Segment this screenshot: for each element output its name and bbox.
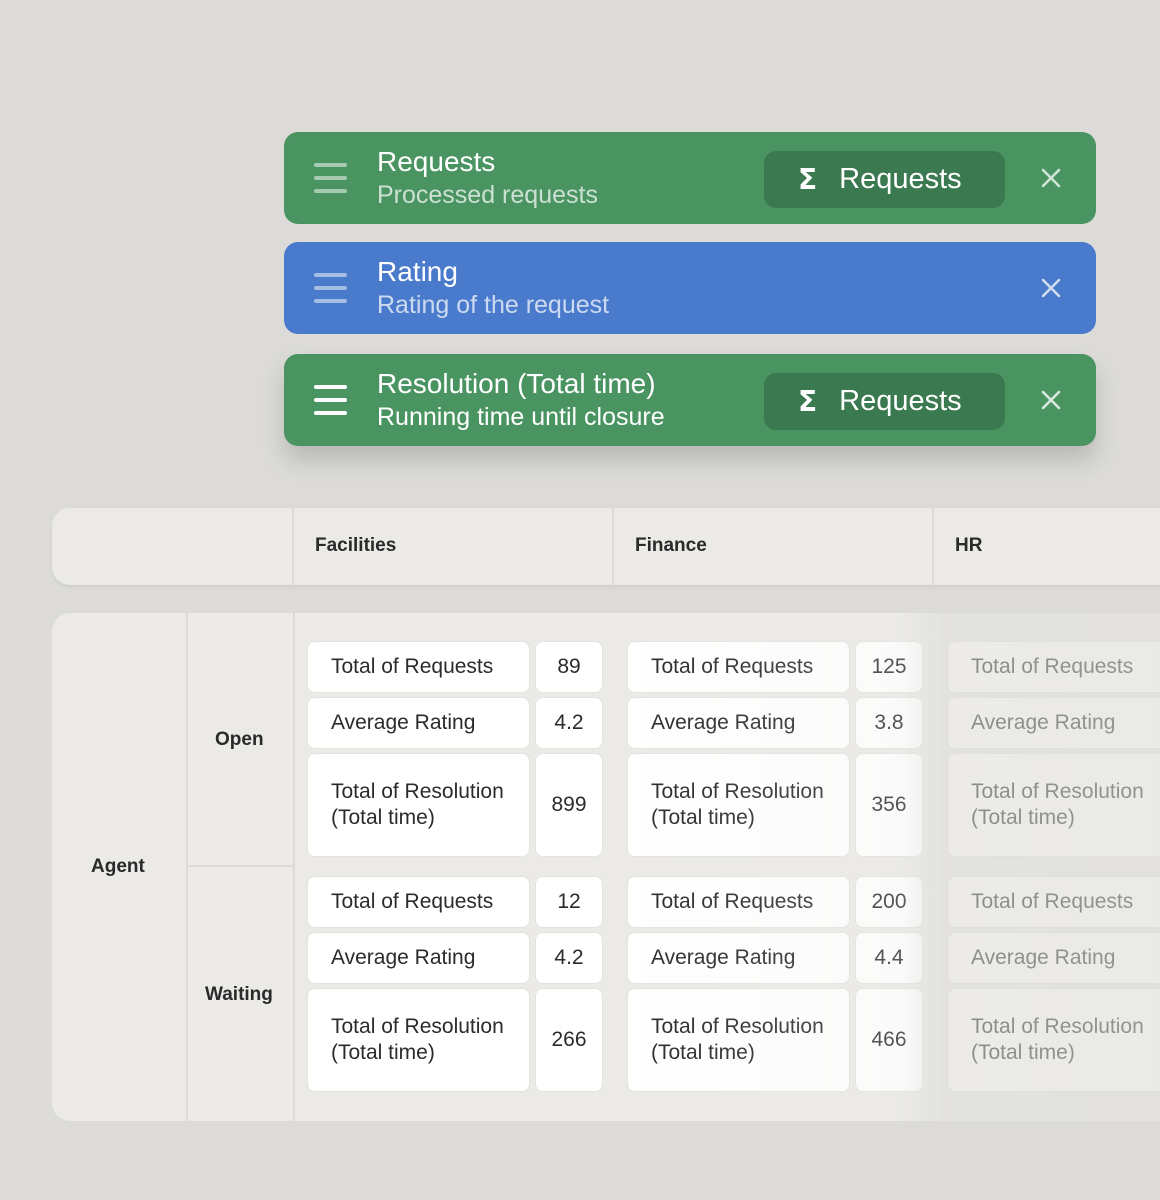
close-icon[interactable]: [1036, 273, 1066, 303]
close-icon[interactable]: [1036, 385, 1066, 415]
field-card-rating[interactable]: Rating Rating of the request: [284, 242, 1096, 334]
field-subtitle: Running time until closure: [377, 403, 665, 431]
field-subtitle: Rating of the request: [377, 291, 610, 319]
column-divider: [612, 508, 614, 585]
drag-handle-icon[interactable]: [314, 273, 347, 303]
measure-label-resolution: Total of Resolution (Total time): [307, 988, 530, 1092]
value-waiting-facilities-resolution[interactable]: 266: [535, 988, 603, 1092]
measure-label-rating: Average Rating: [627, 932, 850, 984]
row-divider: [186, 613, 188, 1121]
value-open-facilities-requests[interactable]: 89: [535, 641, 603, 693]
row-waiting[interactable]: Waiting: [205, 984, 273, 1006]
measure-label-rating: Average Rating: [307, 932, 530, 984]
measure-label-requests: Total of Requests: [627, 641, 850, 693]
field-card-requests[interactable]: Requests Processed requests Σ Requests: [284, 132, 1096, 224]
measure-label-rating: Average Rating: [947, 697, 1160, 749]
measure-label-rating: Average Rating: [307, 697, 530, 749]
close-icon[interactable]: [1036, 163, 1066, 193]
aggregation-label: Requests: [839, 163, 962, 195]
measure-label-rating: Average Rating: [947, 932, 1160, 984]
measure-label-requests: Total of Requests: [947, 641, 1160, 693]
field-card-resolution[interactable]: Resolution (Total time) Running time unt…: [284, 354, 1096, 446]
sigma-icon: Σ: [798, 385, 818, 418]
field-subtitle: Processed requests: [377, 181, 598, 209]
column-header-finance[interactable]: Finance: [635, 535, 707, 557]
measure-label-rating: Average Rating: [627, 697, 850, 749]
field-title: Requests: [377, 146, 496, 177]
value-waiting-finance-rating[interactable]: 4.4: [855, 932, 923, 984]
value-open-finance-rating[interactable]: 3.8: [855, 697, 923, 749]
measure-label-requests: Total of Requests: [947, 876, 1160, 928]
value-open-finance-requests[interactable]: 125: [855, 641, 923, 693]
row-group-agent[interactable]: Agent: [91, 856, 145, 878]
row-open[interactable]: Open: [215, 729, 264, 751]
row-separator: [188, 865, 294, 867]
measure-label-resolution: Total of Resolution (Total time): [627, 988, 850, 1092]
value-waiting-finance-requests[interactable]: 200: [855, 876, 923, 928]
column-header-hr[interactable]: HR: [955, 535, 982, 557]
sigma-icon: Σ: [798, 163, 818, 196]
value-waiting-facilities-rating[interactable]: 4.2: [535, 932, 603, 984]
measure-label-resolution: Total of Resolution (Total time): [947, 988, 1160, 1092]
row-divider: [293, 613, 295, 1121]
measure-label-resolution: Total of Resolution (Total time): [627, 753, 850, 857]
pivot-column-header: Facilities Finance HR: [52, 508, 1160, 585]
field-title: Resolution (Total time): [377, 368, 656, 399]
aggregation-button[interactable]: Σ Requests: [764, 373, 1005, 430]
value-waiting-facilities-requests[interactable]: 12: [535, 876, 603, 928]
measure-label-requests: Total of Requests: [307, 641, 530, 693]
column-divider: [932, 508, 934, 585]
column-header-facilities[interactable]: Facilities: [315, 535, 396, 557]
value-open-facilities-rating[interactable]: 4.2: [535, 697, 603, 749]
aggregation-label: Requests: [839, 385, 962, 417]
field-title: Rating: [377, 256, 458, 287]
aggregation-button[interactable]: Σ Requests: [764, 151, 1005, 208]
value-open-finance-resolution[interactable]: 356: [855, 753, 923, 857]
column-divider: [292, 508, 294, 585]
measure-label-resolution: Total of Resolution (Total time): [307, 753, 530, 857]
value-open-facilities-resolution[interactable]: 899: [535, 753, 603, 857]
drag-handle-icon[interactable]: [314, 385, 347, 415]
drag-handle-icon[interactable]: [314, 163, 347, 193]
measure-label-requests: Total of Requests: [307, 876, 530, 928]
measure-label-resolution: Total of Resolution (Total time): [947, 753, 1160, 857]
measure-label-requests: Total of Requests: [627, 876, 850, 928]
value-waiting-finance-resolution[interactable]: 466: [855, 988, 923, 1092]
